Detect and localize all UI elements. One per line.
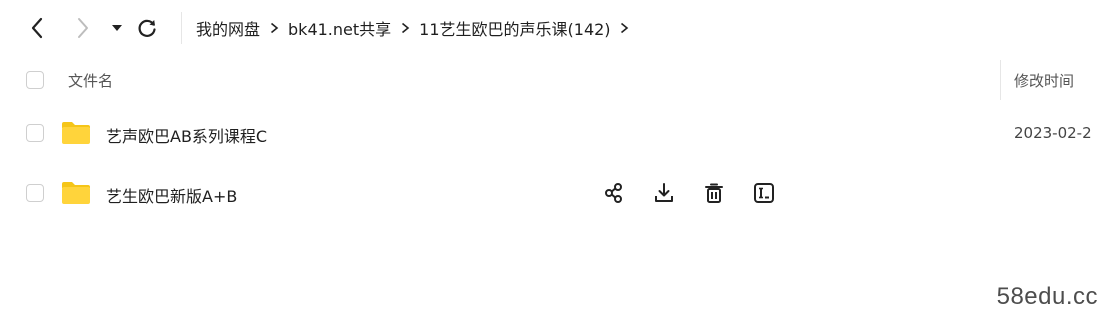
row-checkbox[interactable] [26,184,44,202]
chevron-left-icon [31,17,43,39]
breadcrumb-expand-button[interactable] [611,18,639,38]
breadcrumb-item-share[interactable]: bk41.net共享 [288,16,391,40]
delete-icon [705,183,723,203]
caret-down-icon [112,25,122,31]
breadcrumb-item-root[interactable]: 我的网盘 [196,16,260,40]
file-row[interactable]: 艺生欧巴新版A+B [0,163,1104,223]
breadcrumb-separator [260,18,288,38]
refresh-button[interactable] [134,14,160,42]
delete-button[interactable] [700,179,728,207]
column-header-name[interactable]: 文件名 [68,70,113,91]
column-resize-handle[interactable] [1000,60,1001,100]
chevron-right-icon [621,22,629,34]
breadcrumb-item-current[interactable]: 11艺生欧巴的声乐课(142) [419,16,610,40]
chevron-right-icon [270,22,278,34]
folder-icon [62,122,90,144]
rename-icon [754,183,774,203]
watermark: 58edu.cc [996,283,1098,310]
download-button[interactable] [650,179,678,207]
share-icon [605,183,622,203]
file-name[interactable]: 艺生欧巴新版A+B [106,183,237,207]
chevron-right-icon [401,22,409,34]
nav-divider [181,12,182,44]
row-checkbox[interactable] [26,124,44,142]
file-row[interactable]: 艺声欧巴AB系列课程C 2023-02-2 [0,103,1104,163]
forward-button[interactable] [70,14,96,42]
back-button[interactable] [24,14,50,42]
file-modified-date: 2023-02-2 [1014,124,1092,142]
row-action-toolbar [600,179,800,207]
download-icon [655,183,673,202]
share-button[interactable] [600,179,628,207]
breadcrumb: 我的网盘 bk41.net共享 11艺生欧巴的声乐课(142) [196,15,639,41]
file-list-header: 文件名 修改时间 [0,60,1104,102]
history-dropdown-button[interactable] [106,14,128,42]
column-header-modified[interactable]: 修改时间 [1014,70,1074,91]
chevron-right-icon [78,18,88,38]
navigation-bar: 我的网盘 bk41.net共享 11艺生欧巴的声乐课(142) [0,0,1104,56]
select-all-checkbox[interactable] [26,71,44,89]
folder-icon [62,182,90,204]
refresh-icon [138,19,156,37]
file-name[interactable]: 艺声欧巴AB系列课程C [106,123,267,147]
breadcrumb-separator [391,18,419,38]
rename-button[interactable] [750,179,778,207]
